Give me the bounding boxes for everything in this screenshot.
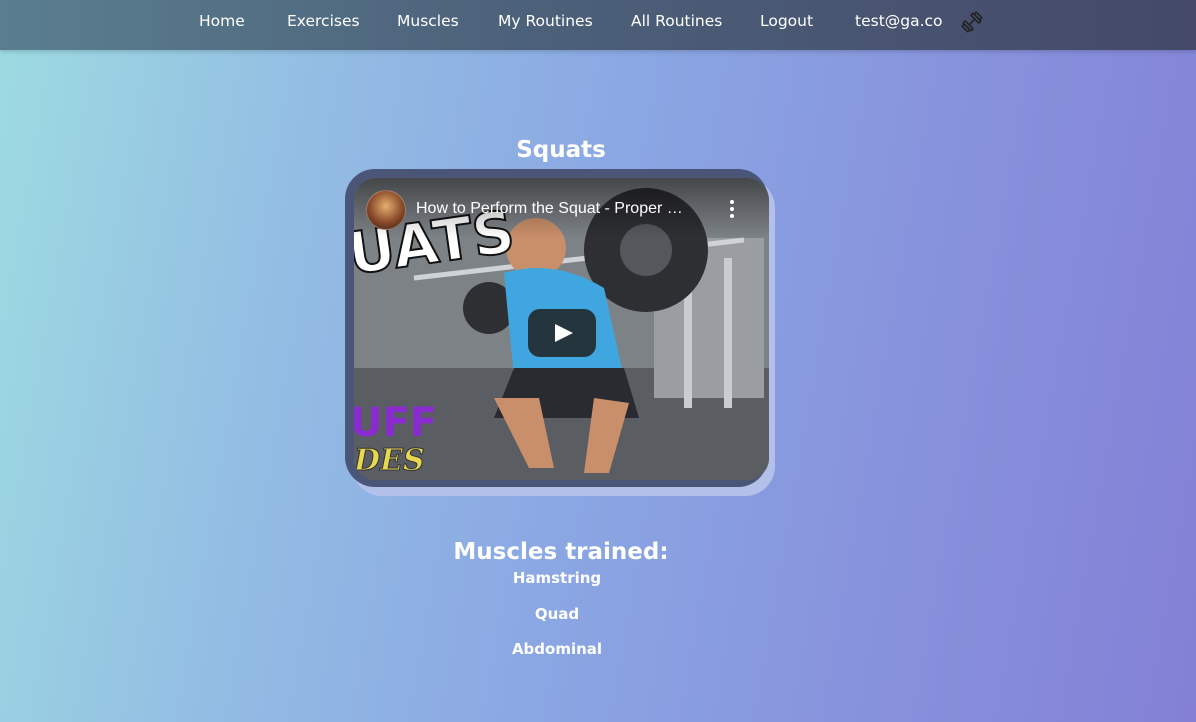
muscle-item-quad[interactable]: Quad: [0, 601, 1114, 637]
nav-exercises-link[interactable]: Exercises: [287, 11, 360, 31]
svg-text:DES: DES: [354, 443, 425, 478]
svg-text:UFF: UFF: [354, 400, 437, 446]
muscles-heading: Muscles trained:: [453, 539, 669, 566]
muscle-item-abdominal[interactable]: Abdominal: [0, 636, 1114, 672]
nav-user-email-link[interactable]: test@ga.co: [855, 11, 943, 31]
nav-logout-link[interactable]: Logout: [760, 11, 813, 31]
muscle-item-hamstring[interactable]: Hamstring: [0, 565, 1114, 601]
navbar: Home Exercises Muscles My Routines All R…: [0, 0, 1196, 50]
play-button[interactable]: [528, 309, 596, 357]
channel-avatar[interactable]: [366, 190, 406, 230]
nav-home-link[interactable]: Home: [199, 11, 245, 31]
more-vertical-icon[interactable]: [726, 198, 738, 220]
muscle-list: Hamstring Quad Abdominal: [0, 565, 1114, 672]
video-player[interactable]: UATS UFF DES How to Perform the Squat - …: [354, 178, 769, 480]
play-icon: [528, 324, 596, 361]
nav-my-routines-link[interactable]: My Routines: [498, 11, 593, 31]
dumbbell-icon[interactable]: [960, 10, 984, 34]
nav-muscles-link[interactable]: Muscles: [397, 11, 459, 31]
video-title[interactable]: How to Perform the Squat - Proper …: [416, 199, 716, 219]
exercise-title: Squats: [516, 137, 606, 164]
nav-all-routines-link[interactable]: All Routines: [631, 11, 722, 31]
video-frame: UATS UFF DES How to Perform the Squat - …: [345, 169, 769, 487]
